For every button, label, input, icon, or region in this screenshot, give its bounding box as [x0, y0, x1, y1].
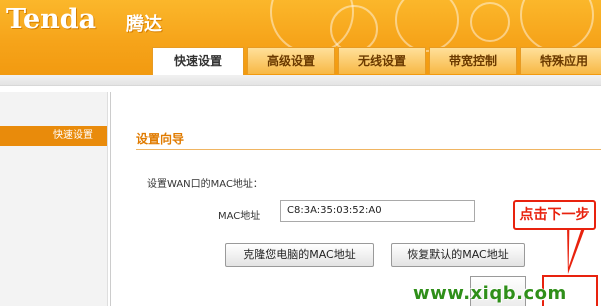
mac-description: 设置WAN口的MAC地址： [147, 179, 263, 190]
header-bar: Tenda 腾达 快速设置 高级设置 无线设置 带宽控制 特殊应用 [0, 0, 601, 75]
section-title: 设置向导 [136, 132, 185, 146]
tab-advanced[interactable]: 高级设置 [247, 47, 335, 74]
tenda-logo: Tenda [6, 4, 97, 35]
mac-address-input[interactable]: C8:3A:35:03:52:A0 [280, 200, 475, 222]
tab-wireless[interactable]: 无线设置 [338, 47, 426, 74]
decor-bubble [395, 0, 459, 52]
decor-bubble [470, 2, 510, 42]
section-divider [136, 149, 601, 150]
clone-mac-button[interactable]: 克隆您电脑的MAC地址 [225, 243, 374, 267]
restore-mac-button[interactable]: 恢复默认的MAC地址 [391, 243, 525, 267]
content-panel [110, 92, 601, 306]
tab-bandwidth[interactable]: 带宽控制 [429, 47, 517, 74]
tab-quick-setup[interactable]: 快速设置 [152, 47, 244, 75]
decor-bubble [520, 0, 594, 52]
sidebar-item-quick-setup[interactable]: 快速设置 [0, 126, 107, 146]
sub-header-strip [0, 75, 601, 86]
decor-bubble [330, 5, 378, 53]
site-watermark: www.xiqb.com [413, 283, 567, 304]
click-next-callout: 点击下一步 [513, 200, 596, 230]
sidebar: 快速设置 [0, 92, 108, 306]
tab-special-apps[interactable]: 特殊应用 [520, 47, 601, 74]
mac-label: MAC地址 [218, 211, 261, 222]
tenda-logo-cn: 腾达 [126, 14, 162, 35]
sidebar-item-label: 快速设置 [53, 130, 93, 141]
